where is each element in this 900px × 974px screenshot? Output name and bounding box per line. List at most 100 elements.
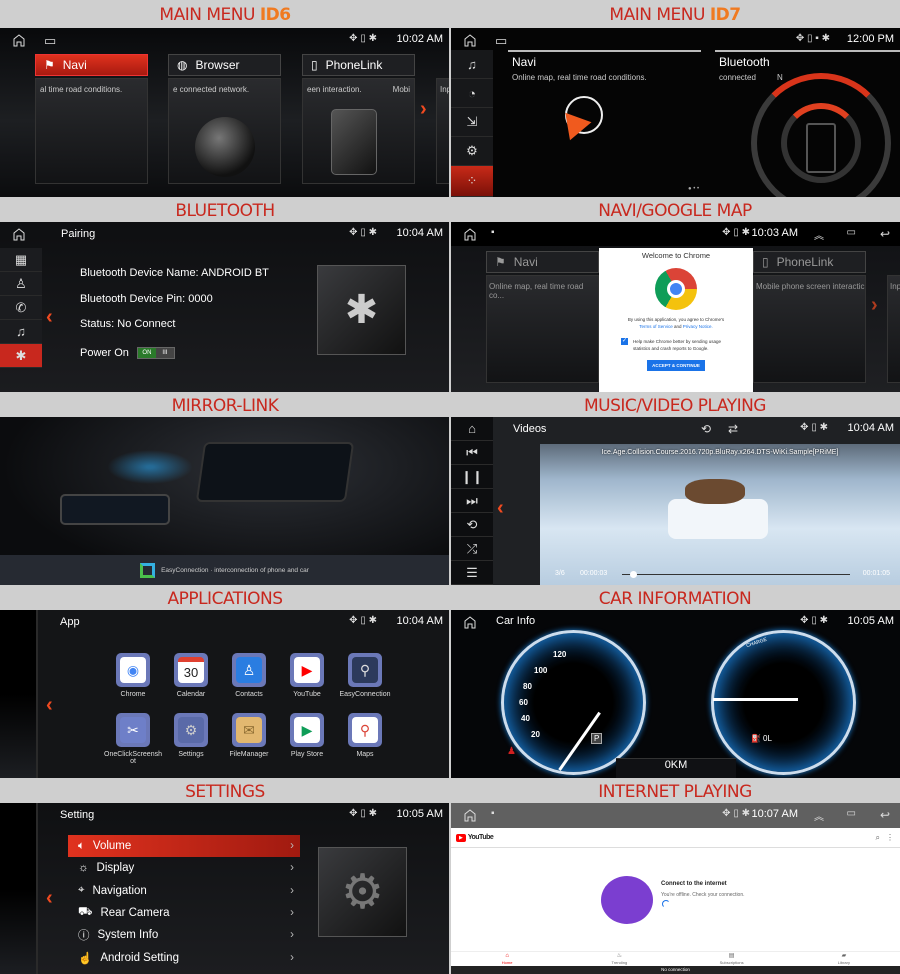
title-main-menu-id6: MAIN MENU ID6	[159, 5, 291, 25]
app-easyconnection[interactable]: ⚲ EasyConnection	[336, 653, 394, 698]
phonelink-icon[interactable]: ⇲	[451, 108, 493, 137]
clock: 10:05 AM	[396, 808, 443, 820]
card-phonelink[interactable]: Mobile phone screen interactic	[753, 275, 866, 383]
settings-item-label: System Info	[97, 929, 159, 942]
home-icon[interactable]	[12, 33, 26, 47]
tab-browser[interactable]: ◍ Browser	[168, 54, 281, 76]
app-calendar[interactable]: 30 Calendar	[162, 653, 220, 698]
back-icon[interactable]: ↩	[880, 227, 890, 241]
app-play-store[interactable]: ▶ Play Store	[278, 713, 336, 758]
power-toggle[interactable]: ON III	[136, 347, 175, 360]
play-store-icon: ▶	[290, 713, 324, 747]
app-contacts[interactable]: ♙ Contacts	[220, 653, 278, 698]
contacts-icon[interactable]: ♙	[0, 272, 42, 296]
home-icon[interactable]	[463, 33, 477, 47]
tab-navi[interactable]: ⚑ Navi	[486, 251, 599, 273]
call-log-icon[interactable]: ✆	[0, 296, 42, 320]
video-frame[interactable]: Ice.Age.Collision.Course.2016.720p.BluRa…	[540, 444, 900, 585]
music-icon[interactable]: ♫	[451, 50, 493, 79]
app-settings[interactable]: ⚙ Settings	[162, 713, 220, 758]
more-icon[interactable]: ⋮	[886, 833, 894, 842]
back-icon[interactable]: ↩	[880, 808, 890, 822]
recent-apps-icon[interactable]: ▭	[847, 808, 856, 819]
card-phonelink[interactable]: een interaction. Mobi	[302, 78, 415, 184]
expand-up-icon[interactable]: ︽	[814, 227, 824, 242]
card-partial[interactable]: Inp	[887, 275, 900, 383]
repeat-icon[interactable]: ⟲	[701, 422, 711, 436]
progress-slider[interactable]	[622, 571, 850, 578]
recent-apps-icon[interactable]: ▭	[847, 227, 856, 238]
settings-item-navigation[interactable]: ⌖ Navigation ›	[68, 880, 300, 902]
shuffle-icon[interactable]: ⇄	[728, 422, 738, 436]
settings-item-volume[interactable]: 🔈︎ Volume ›	[68, 835, 300, 857]
page-header: Car Info	[496, 615, 536, 627]
speed-icon[interactable]: ◔	[451, 79, 493, 108]
playlist-icon[interactable]: ☰	[451, 561, 493, 585]
tab-phonelink[interactable]: ▯ PhoneLink	[753, 251, 866, 273]
page-dots[interactable]: ● • •	[688, 186, 699, 192]
nav-label: Library	[837, 960, 850, 965]
power-needle	[713, 698, 798, 701]
tab-phonelink[interactable]: ▯ PhoneLink	[302, 54, 415, 76]
home-icon[interactable]	[463, 808, 477, 822]
back-arrow[interactable]: ‹	[497, 497, 504, 520]
accept-continue-button[interactable]: ACCEPT & CONTINUE	[647, 360, 705, 371]
back-arrow[interactable]: ‹	[46, 694, 53, 717]
title-applications: APPLICATIONS	[167, 589, 283, 609]
card-navi[interactable]: al time road conditions.	[35, 78, 148, 184]
back-arrow[interactable]: ‹	[46, 887, 53, 910]
speed-tick-label: 80	[523, 682, 532, 691]
card-browser[interactable]: e connected network.	[168, 78, 281, 184]
privacy-link[interactable]: Privacy Notice.	[683, 324, 713, 329]
next-icon[interactable]: ⏭	[451, 489, 493, 513]
settings-icon[interactable]: ⚙	[451, 137, 493, 166]
card-navi[interactable]: Online map, real time road co...	[486, 275, 599, 383]
nav-home[interactable]: ⌂ Home	[451, 952, 563, 966]
settings-item-rear-camera[interactable]: ⛟ Rear Camera ›	[68, 902, 300, 924]
progress-thumb[interactable]	[630, 571, 638, 578]
nav-subscriptions[interactable]: ▤ Subscriptions	[676, 952, 788, 966]
offline-illustration	[601, 876, 653, 924]
settings-item-display[interactable]: ☼ Display ›	[68, 857, 300, 879]
apps-icon[interactable]: ⁘	[451, 166, 493, 197]
panel-id7: ▭ ✥ ▯ ▪ ✱ 12:00 PM ♫ ◔ ⇲ ⚙ ⁘ Navi Online…	[451, 28, 900, 197]
home-icon[interactable]	[463, 615, 477, 629]
app-chrome[interactable]: ◉ Chrome	[104, 653, 162, 698]
next-arrow[interactable]: ›	[871, 294, 878, 317]
terms-link[interactable]: Terms of Service	[639, 324, 673, 329]
screen-icon[interactable]: ▭	[495, 33, 507, 49]
card-partial[interactable]: Inp	[436, 78, 449, 184]
screen-icon[interactable]: ▭	[44, 33, 56, 49]
next-arrow[interactable]: ›	[420, 98, 427, 121]
nav-library[interactable]: ▰ Library	[788, 952, 900, 966]
app-youtube[interactable]: ▶ YouTube	[278, 653, 336, 698]
divider	[508, 50, 701, 52]
expand-up-icon[interactable]: ︽	[814, 808, 824, 823]
home-icon[interactable]	[12, 227, 26, 241]
bluetooth-title[interactable]: Bluetooth	[719, 55, 770, 69]
home-icon[interactable]	[463, 227, 477, 241]
app-maps[interactable]: ⚲ Maps	[336, 713, 394, 758]
youtube-logo[interactable]: YouTube	[468, 834, 494, 841]
usage-checkbox[interactable]: ✓	[621, 338, 628, 345]
chevron-right-icon: ›	[290, 951, 294, 964]
previous-icon[interactable]: ⏮	[451, 441, 493, 465]
navi-title[interactable]: Navi	[512, 55, 536, 69]
home-icon[interactable]: ⌂	[451, 417, 493, 441]
music-icon[interactable]: ♫	[0, 320, 42, 344]
app-oneclickscreenshot[interactable]: ✂ OneClickScreenshot	[104, 713, 162, 765]
nav-trending[interactable]: ♨ Trending	[563, 952, 675, 966]
settings-item-android-setting[interactable]: ☝ Android Setting ›	[68, 947, 300, 969]
settings-item-system-info[interactable]: ⓘ System Info ›	[68, 924, 300, 946]
shuffle-icon[interactable]: ⤮	[451, 537, 493, 561]
device-pin: Bluetooth Device Pin: 0000	[80, 292, 213, 305]
app-filemanager[interactable]: ✉ FileManager	[220, 713, 278, 758]
loop-icon[interactable]: ⟲	[451, 513, 493, 537]
tab-navi[interactable]: ⚑ Navi	[35, 54, 148, 76]
back-arrow[interactable]: ‹	[46, 306, 53, 329]
search-icon[interactable]: ⌕	[876, 833, 880, 843]
bluetooth-icon[interactable]: ✱	[0, 344, 42, 368]
clock: 10:04 AM	[847, 422, 894, 434]
keypad-icon[interactable]: ▦	[0, 248, 42, 272]
pause-icon[interactable]: ❙❙	[451, 465, 493, 489]
